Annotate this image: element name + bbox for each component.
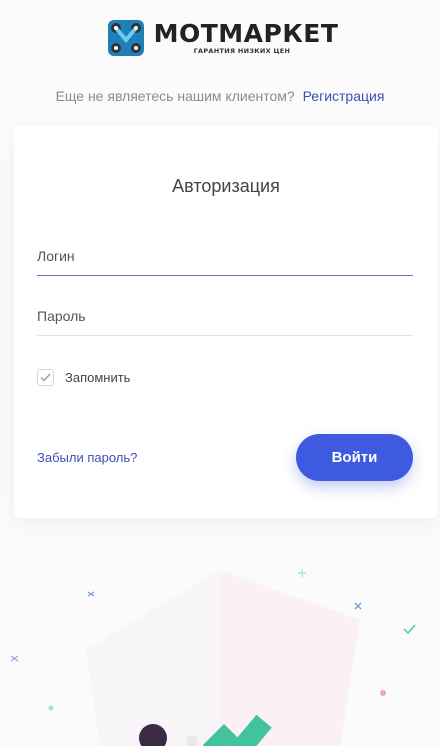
password-input[interactable]: [37, 296, 413, 335]
form-title: Авторизация: [172, 176, 280, 196]
check-icon: [403, 624, 416, 635]
brand-tagline: ГАРАНТИЯ НИЗКИХ ЦЕН: [193, 47, 291, 56]
login-field: [37, 236, 413, 276]
password-field: [37, 296, 413, 336]
remember-me[interactable]: Запомнить: [37, 369, 130, 386]
signup-link[interactable]: Регистрация: [303, 88, 385, 104]
signup-prompt-line: Еще не являетесь нашим клиентом? Регистр…: [0, 88, 440, 104]
plus-icon: [87, 591, 95, 597]
login-card: Авторизация Запомнить Забыли пароль? Вой…: [14, 126, 438, 518]
security-illustration: [10, 569, 416, 746]
plus-icon: [10, 655, 19, 662]
plus-icon: [354, 602, 362, 610]
forgot-password-link[interactable]: Забыли пароль?: [37, 450, 137, 465]
plus-icon: [298, 569, 306, 577]
header-logo[interactable]: MOTМАРКЕТ ГАРАНТИЯ НИЗКИХ ЦЕН: [0, 18, 440, 58]
chain-logo-icon: [107, 20, 144, 56]
login-button[interactable]: Войти: [296, 434, 413, 481]
login-input[interactable]: [37, 236, 413, 275]
check-icon: [40, 373, 51, 382]
brand-name: MOTМАРКЕТ: [153, 19, 339, 49]
remember-label: Запомнить: [65, 370, 131, 385]
remember-checkbox[interactable]: [37, 369, 54, 386]
signup-prompt: Еще не являетесь нашим клиентом?: [55, 88, 295, 104]
